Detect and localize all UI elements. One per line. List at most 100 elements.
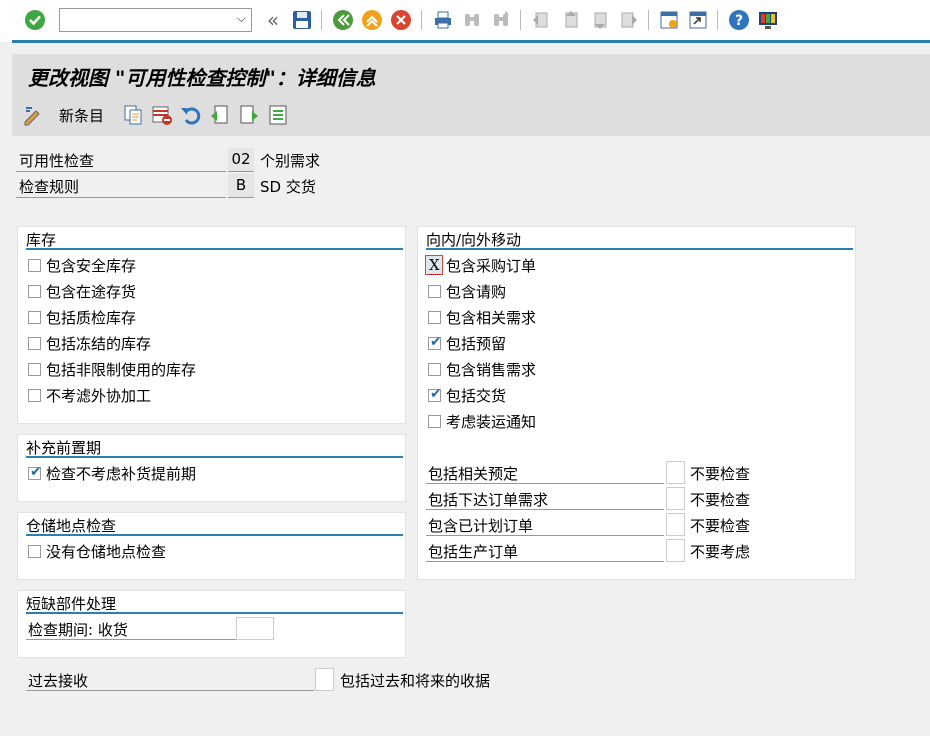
print-icon[interactable] [432,9,454,31]
copy-as-icon[interactable] [122,104,144,126]
back-icon[interactable] [332,9,354,31]
display-change-icon[interactable] [22,104,46,126]
next-entry-icon[interactable] [238,104,260,126]
past-receipts-field[interactable] [315,668,334,691]
stock-checkbox-3[interactable] [28,337,41,350]
replenishment-group: 补充前置期 ✔ 检查不考虑补货提前期 [17,434,406,502]
check-rule-field[interactable]: B [228,174,254,198]
past-receipts-label: 过去接收 [28,672,89,690]
movements-label-2: 包含相关需求 [446,309,537,327]
movements-field-input-2[interactable] [666,513,685,536]
movements-field-input-1[interactable] [666,487,685,510]
movements-group-rule [426,248,853,250]
storage-location-group-title: 仓储地点检查 [26,517,117,535]
movements-field-underline-2 [426,535,664,536]
stock-checkbox-5[interactable] [28,389,41,402]
page-title: 更改视图 "可用性检查控制"：详细信息 [28,66,376,90]
shortage-handling-group-rule [26,612,403,614]
movements-checkbox-6[interactable] [428,415,441,428]
availability-check-field[interactable]: 02 [228,148,254,172]
storage-location-group-rule [26,534,403,536]
check-period-gr-underline [26,639,236,640]
availability-check-text: 个别需求 [260,152,321,170]
undo-icon[interactable] [180,104,202,126]
stock-checkbox-1[interactable] [28,285,41,298]
movements-checkbox-1[interactable] [428,285,441,298]
replenishment-checkbox-0[interactable]: ✔ [28,465,42,480]
new-session-icon[interactable] [658,9,680,31]
command-field[interactable]: ⌵ [59,8,252,32]
shortcut-icon[interactable] [687,9,709,31]
cancel-icon[interactable] [390,9,412,31]
movements-label-1: 包含请购 [446,283,507,301]
storage-location-label-0: 没有仓储地点检查 [46,543,167,561]
checkmark-icon: ✔ [430,386,442,402]
history-dropdown-icon[interactable]: ⌵ [237,11,246,26]
movements-field-input-3[interactable] [666,539,685,562]
replenishment-group-title: 补充前置期 [26,439,102,457]
new-entries-button[interactable]: 新条目 [59,105,104,126]
layout-icon[interactable] [757,9,779,31]
stock-checkbox-4[interactable] [28,363,41,376]
check-rule-text: SD 交货 [260,178,316,196]
first-page-icon[interactable] [530,9,552,31]
movements-field-underline-3 [426,561,664,562]
stock-group-rule [26,248,403,250]
last-page-icon[interactable] [618,9,640,31]
check-period-gr-label: 检查期间: 收货 [28,621,128,639]
find-icon[interactable] [461,9,483,31]
save-icon[interactable] [291,9,313,31]
movements-field-text-2: 不要检查 [690,517,751,535]
system-toolbar: ⌵ « ? [0,0,930,42]
storage-location-checkbox-0[interactable] [28,545,41,558]
movements-field-underline-0 [426,483,664,484]
movements-checkbox-5[interactable]: ✔ [428,386,442,402]
availability-check-underline [16,171,226,172]
movements-label-3: 包括预留 [446,335,507,353]
stock-checkbox-2[interactable] [28,311,41,324]
movements-field-underline-1 [426,509,664,510]
stock-label-3: 包括冻结的库存 [46,335,152,353]
svg-text:?: ? [735,13,743,29]
checkmark-icon: ✔ [430,334,442,350]
application-toolbar: 新条目 [12,94,930,136]
find-next-icon[interactable] [490,9,512,31]
stock-label-1: 包含在途存货 [46,283,137,301]
storage-location-group: 仓储地点检查 没有仓储地点检查 [17,512,406,580]
shortage-handling-group: 短缺部件处理 检查期间: 收货 [17,590,406,658]
movements-field-label-0: 包括相关预定 [428,465,519,483]
movements-checkbox-3[interactable]: ✔ [428,334,442,350]
stock-group-title: 库存 [26,231,57,249]
help-icon[interactable]: ? [728,9,750,31]
previous-page-icon[interactable] [560,9,582,31]
movements-checkbox-0[interactable]: X [425,255,443,275]
movements-label-0: 包含采购订单 [446,257,537,275]
previous-entry-icon[interactable] [209,104,231,126]
double-left-icon[interactable]: « [262,8,284,32]
movements-field-text-1: 不要检查 [690,491,751,509]
toolbar-divider [12,40,930,43]
availability-check-label: 可用性检查 [19,152,95,170]
movements-field-input-0[interactable] [666,461,685,484]
movements-field-text-0: 不要检查 [690,465,751,483]
movements-checkbox-2[interactable] [428,311,441,324]
exit-icon[interactable] [361,9,383,31]
movements-checkbox-mark-0: X [429,256,440,275]
replenishment-label-0: 检查不考虑补货提前期 [46,465,197,483]
past-receipts-underline [26,690,314,691]
movements-field-label-2: 包含已计划订单 [428,517,534,535]
past-receipts-text: 包括过去和将来的收据 [340,672,491,690]
title-bar: 更改视图 "可用性检查控制"：详细信息 [12,54,930,94]
movements-field-text-3: 不要考虑 [690,543,751,561]
select-block-icon[interactable] [267,104,289,126]
check-period-gr-field[interactable] [236,617,274,640]
enter-icon[interactable] [24,9,46,31]
delete-icon[interactable] [151,104,173,126]
movements-label-6: 考虑装运通知 [446,413,537,431]
movements-group-title: 向内/向外移动 [426,231,522,249]
next-page-icon[interactable] [589,9,611,31]
movements-field-label-1: 包括下达订单需求 [428,491,549,509]
stock-checkbox-0[interactable] [28,259,41,272]
stock-label-0: 包含安全库存 [46,257,137,275]
movements-checkbox-4[interactable] [428,363,441,376]
